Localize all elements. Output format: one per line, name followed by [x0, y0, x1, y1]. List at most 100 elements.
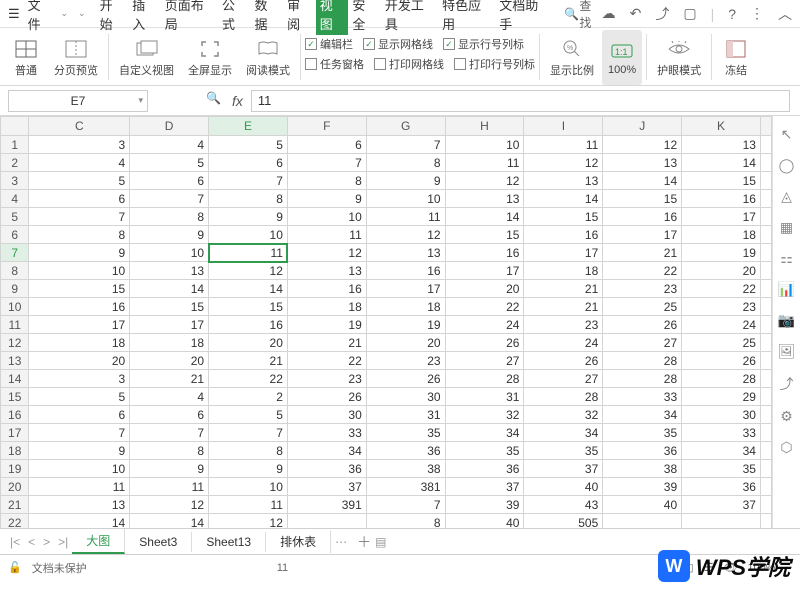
cell-C2[interactable]: 4 — [29, 154, 130, 172]
cell-F3[interactable]: 8 — [287, 172, 366, 190]
help-icon[interactable]: ? — [728, 6, 736, 22]
qat-dropdown-icon[interactable]: ⌄ — [78, 8, 86, 19]
col-header-D[interactable]: D — [130, 117, 209, 136]
sheet-tab-4[interactable]: 排休表 — [266, 530, 331, 553]
cell-H1[interactable]: 10 — [445, 136, 524, 154]
sheet-list-icon[interactable]: ▤ — [371, 535, 390, 549]
cell-J17[interactable]: 35 — [603, 424, 682, 442]
col-header-C[interactable]: C — [29, 117, 130, 136]
cell-J12[interactable]: 27 — [603, 334, 682, 352]
cell-G5[interactable]: 11 — [366, 208, 445, 226]
cell-K19[interactable]: 35 — [682, 460, 761, 478]
cell-J11[interactable]: 26 — [603, 316, 682, 334]
cell-C7[interactable]: 9 — [29, 244, 130, 262]
cell-G16[interactable]: 31 — [366, 406, 445, 424]
cell-H6[interactable]: 15 — [445, 226, 524, 244]
cell-G11[interactable]: 19 — [366, 316, 445, 334]
cell-C15[interactable]: 5 — [29, 388, 130, 406]
cell-D4[interactable]: 7 — [130, 190, 209, 208]
cell-F7[interactable]: 12 — [287, 244, 366, 262]
cell-J1[interactable]: 12 — [603, 136, 682, 154]
cell-E4[interactable]: 8 — [209, 190, 288, 208]
cell-E20[interactable]: 10 — [209, 478, 288, 496]
sheet-tab-3[interactable]: Sheet13 — [192, 532, 266, 552]
cell-F11[interactable]: 19 — [287, 316, 366, 334]
cell-G20[interactable]: 381 — [366, 478, 445, 496]
cell-G6[interactable]: 12 — [366, 226, 445, 244]
cell-H18[interactable]: 35 — [445, 442, 524, 460]
cell-I14[interactable]: 27 — [524, 370, 603, 388]
cell-F9[interactable]: 16 — [287, 280, 366, 298]
cell-D6[interactable]: 9 — [130, 226, 209, 244]
cell-J2[interactable]: 13 — [603, 154, 682, 172]
cell-I6[interactable]: 16 — [524, 226, 603, 244]
cell-I10[interactable]: 21 — [524, 298, 603, 316]
col-header-G[interactable]: G — [366, 117, 445, 136]
cell-H9[interactable]: 20 — [445, 280, 524, 298]
cell-K3[interactable]: 15 — [682, 172, 761, 190]
cell-K9[interactable]: 22 — [682, 280, 761, 298]
cell-F8[interactable]: 13 — [287, 262, 366, 280]
col-header-H[interactable]: H — [445, 117, 524, 136]
cell-H12[interactable]: 26 — [445, 334, 524, 352]
cell-G15[interactable]: 30 — [366, 388, 445, 406]
more-icon[interactable]: ⋮ — [750, 5, 764, 22]
cell-D15[interactable]: 4 — [130, 388, 209, 406]
cell-D14[interactable]: 21 — [130, 370, 209, 388]
row-header-16[interactable]: 16 — [1, 406, 29, 424]
chevron-down-icon[interactable]: ▾ — [138, 95, 143, 106]
cell-F10[interactable]: 18 — [287, 298, 366, 316]
fx-icon[interactable]: fx — [232, 93, 243, 109]
cell-F4[interactable]: 9 — [287, 190, 366, 208]
cell-C11[interactable]: 17 — [29, 316, 130, 334]
cell-K16[interactable]: 30 — [682, 406, 761, 424]
cell-D11[interactable]: 17 — [130, 316, 209, 334]
add-sheet-button[interactable]: ＋ — [357, 532, 371, 552]
col-header-K[interactable]: K — [682, 117, 761, 136]
cell-K5[interactable]: 17 — [682, 208, 761, 226]
row-header-3[interactable]: 3 — [1, 172, 29, 190]
cell-I5[interactable]: 15 — [524, 208, 603, 226]
cell-D12[interactable]: 18 — [130, 334, 209, 352]
cell-E22[interactable]: 12 — [209, 514, 288, 529]
cell-F18[interactable]: 34 — [287, 442, 366, 460]
file-dropdown-icon[interactable]: ⌄ — [61, 8, 69, 19]
cell-H8[interactable]: 17 — [445, 262, 524, 280]
cell-F15[interactable]: 26 — [287, 388, 366, 406]
col-header-E[interactable]: E — [209, 117, 288, 136]
cell-F20[interactable]: 37 — [287, 478, 366, 496]
cell-J18[interactable]: 36 — [603, 442, 682, 460]
cell-K10[interactable]: 23 — [682, 298, 761, 316]
row-header-1[interactable]: 1 — [1, 136, 29, 154]
sheet-tab-1[interactable]: 大图 — [72, 529, 125, 554]
cell-J22[interactable] — [603, 514, 682, 529]
cell-J10[interactable]: 25 — [603, 298, 682, 316]
cell-J20[interactable]: 39 — [603, 478, 682, 496]
cell-K17[interactable]: 33 — [682, 424, 761, 442]
cell-C6[interactable]: 8 — [29, 226, 130, 244]
cell-I8[interactable]: 18 — [524, 262, 603, 280]
cell-F16[interactable]: 30 — [287, 406, 366, 424]
cell-J4[interactable]: 15 — [603, 190, 682, 208]
sheet-nav-first[interactable]: |< — [6, 535, 24, 549]
cell-D3[interactable]: 6 — [130, 172, 209, 190]
cell-E10[interactable]: 15 — [209, 298, 288, 316]
cell-G4[interactable]: 10 — [366, 190, 445, 208]
cell-H16[interactable]: 32 — [445, 406, 524, 424]
hamburger-icon[interactable]: ☰ — [8, 6, 20, 22]
collapse-ribbon-icon[interactable]: ︿ — [778, 4, 792, 24]
cloud-icon[interactable]: ☁ — [602, 5, 616, 22]
row-header-21[interactable]: 21 — [1, 496, 29, 514]
row-header-6[interactable]: 6 — [1, 226, 29, 244]
row-header-4[interactable]: 4 — [1, 190, 29, 208]
cell-G19[interactable]: 38 — [366, 460, 445, 478]
chk-show-rowcol[interactable]: ✓显示行号列标 — [443, 36, 524, 52]
search-button[interactable]: 🔍 查找 — [564, 0, 601, 31]
triangle-icon[interactable]: ◬ — [781, 188, 792, 205]
cell-C5[interactable]: 7 — [29, 208, 130, 226]
freeze-button[interactable]: 冻结 — [716, 30, 750, 85]
cell-K20[interactable]: 36 — [682, 478, 761, 496]
sheet-tabs-more[interactable]: ⋯ — [331, 535, 351, 549]
cursor-icon[interactable]: ↖ — [781, 126, 793, 143]
view-normal-button[interactable]: 普通 — [6, 30, 46, 85]
